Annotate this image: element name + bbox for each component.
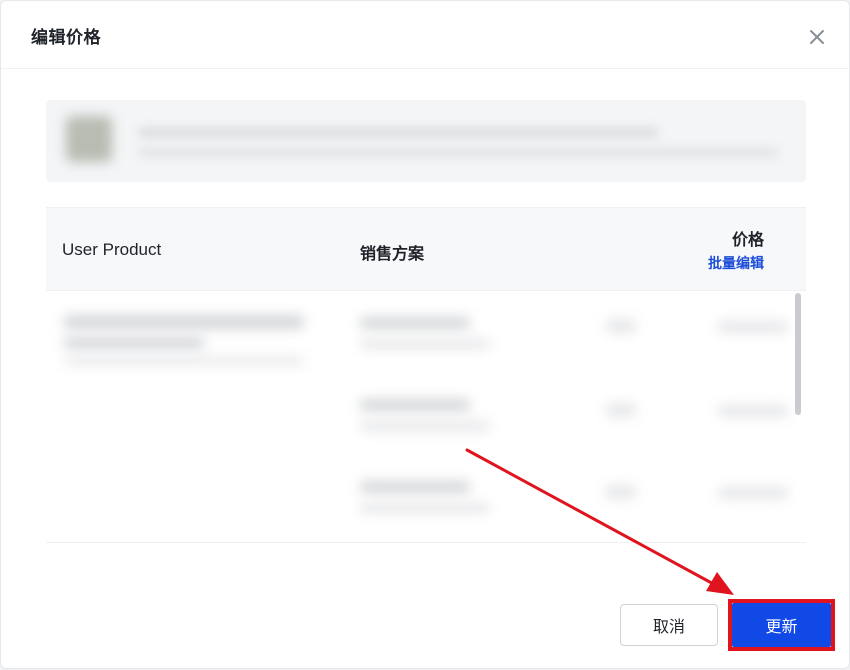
dialog-title: 编辑价格 xyxy=(31,28,101,48)
blurred-product-name xyxy=(64,315,304,329)
close-icon[interactable] xyxy=(807,27,827,47)
product-title-blurred xyxy=(138,128,658,137)
blurred-price-unit-row-2 xyxy=(606,403,636,417)
blurred-product-extra xyxy=(64,357,304,365)
table-scrollbar[interactable] xyxy=(793,291,803,525)
update-button[interactable]: 更新 xyxy=(732,603,831,647)
blurred-product-sub xyxy=(64,337,204,349)
blurred-price-row-2 xyxy=(718,405,788,417)
blurred-plan-sub-row-1 xyxy=(360,339,490,349)
edit-price-dialog: 编辑价格 User Product 销售方案 价格 批量编辑 取消 更新 xyxy=(0,0,850,669)
product-desc-blurred xyxy=(138,148,778,157)
scrollbar-thumb[interactable] xyxy=(795,293,801,415)
blurred-price-row-1 xyxy=(718,321,788,333)
product-thumbnail xyxy=(66,116,112,162)
blurred-plan-sub-row-2 xyxy=(360,421,490,431)
blurred-plan-row-1 xyxy=(360,317,470,329)
blurred-price-unit-row-1 xyxy=(606,319,636,333)
blurred-price-unit-row-3 xyxy=(606,485,636,499)
blurred-plan-sub-row-3 xyxy=(360,503,490,513)
blurred-plan-row-3 xyxy=(360,481,470,493)
column-user-product: User Product xyxy=(62,240,162,259)
table-body xyxy=(46,291,806,543)
batch-edit-link[interactable]: 批量编辑 xyxy=(708,253,764,273)
product-summary-card xyxy=(46,100,806,182)
blurred-plan-row-2 xyxy=(360,399,470,411)
dialog-header: 编辑价格 xyxy=(1,1,849,69)
column-price: 价格 xyxy=(731,230,764,249)
blurred-price-row-3 xyxy=(718,487,788,499)
cancel-button[interactable]: 取消 xyxy=(620,604,718,646)
column-sales-plan: 销售方案 xyxy=(360,244,425,263)
table-header: User Product 销售方案 价格 批量编辑 xyxy=(46,207,806,291)
price-table: User Product 销售方案 价格 批量编辑 xyxy=(46,207,806,543)
